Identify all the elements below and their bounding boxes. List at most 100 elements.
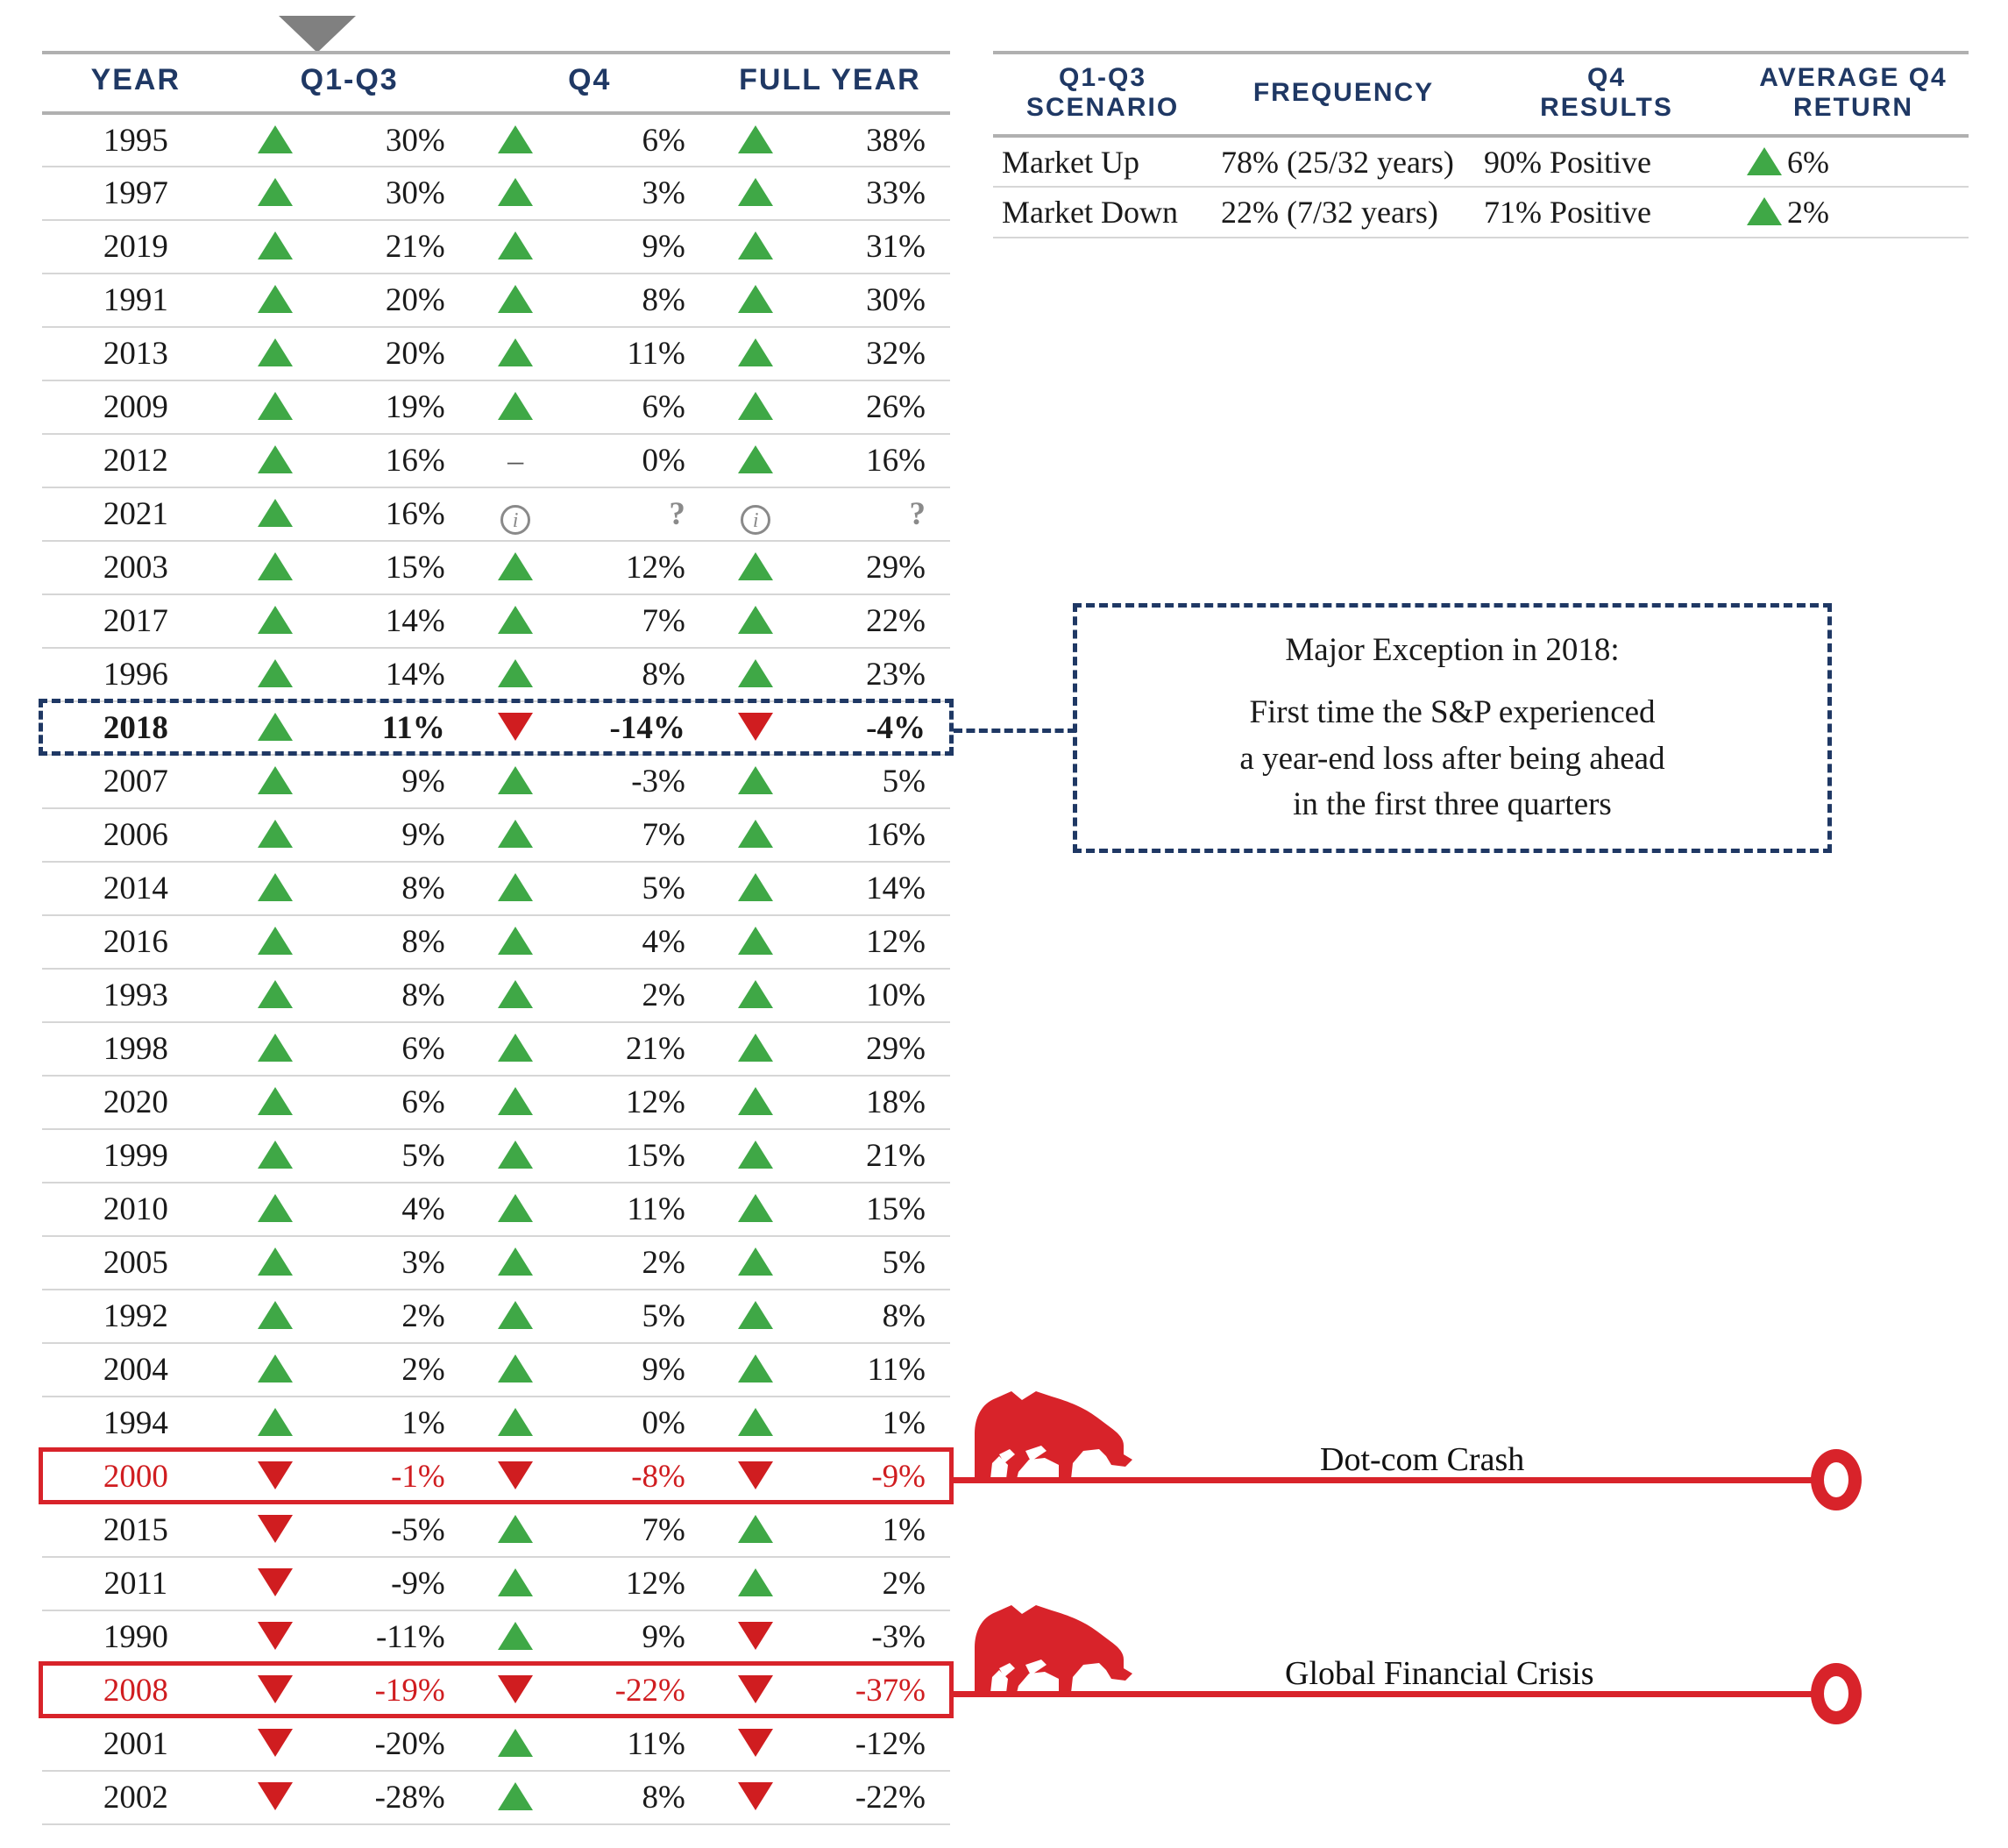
cell-q1q3-value: 2%	[321, 1290, 470, 1344]
callout-line-1: First time the S&P experienced	[1249, 693, 1656, 730]
column-header-full-year[interactable]: FULL YEAR	[709, 51, 950, 115]
table-row: 1994 1% 0% 1%	[42, 1397, 950, 1451]
table-row: 2018 11% -14% -4%	[42, 701, 950, 756]
down-arrow-icon	[258, 1622, 294, 1650]
cell-year: 1998	[42, 1022, 230, 1077]
cell-full-year-value: 23%	[801, 648, 950, 702]
summary-cell-scenario: Market Down	[993, 187, 1212, 239]
cell-full-year-arrow	[709, 1397, 802, 1451]
cell-full-year-value: 14%	[801, 862, 950, 916]
up-arrow-icon	[738, 1247, 774, 1276]
cell-year: 2010	[42, 1183, 230, 1237]
up-arrow-icon	[498, 1247, 534, 1276]
up-arrow-icon	[258, 1087, 294, 1115]
up-arrow-icon	[258, 873, 294, 901]
up-arrow-icon	[498, 873, 534, 901]
column-header-year[interactable]: YEAR	[42, 51, 230, 115]
summary-cell-frequency: 22% (7/32 years)	[1212, 187, 1475, 239]
summary-cell-frequency: 78% (25/32 years)	[1212, 136, 1475, 188]
cell-q1q3-value: 20%	[321, 327, 470, 381]
up-arrow-icon	[498, 820, 534, 848]
up-arrow-icon	[258, 713, 294, 741]
table-row: 2021 16% i? i?	[42, 487, 950, 542]
cell-q1q3-value: 3%	[321, 1236, 470, 1290]
cell-q1q3-value: 14%	[321, 648, 470, 702]
table-row: 1991 20% 8% 30%	[42, 274, 950, 328]
table-row: 1997 30% 3% 33%	[42, 167, 950, 221]
cell-full-year-value: 10%	[801, 969, 950, 1023]
cell-q4-value: 9%	[561, 220, 710, 274]
cell-year: 2012	[42, 434, 230, 488]
table-row: 1998 6% 21% 29%	[42, 1022, 950, 1077]
cell-q4-value: 0%	[561, 434, 710, 488]
cell-q1q3-value: 15%	[321, 541, 470, 595]
cell-full-year-value: 15%	[801, 1183, 950, 1237]
cell-q1q3-arrow	[229, 1076, 322, 1130]
cell-q4-arrow	[469, 380, 562, 435]
cell-full-year-arrow	[709, 1236, 802, 1290]
up-arrow-icon	[498, 606, 534, 634]
cell-q1q3-arrow	[229, 113, 322, 167]
cell-q4-arrow	[469, 1397, 562, 1451]
summary-column-header-scenario: Q1-Q3 SCENARIO	[993, 50, 1212, 139]
cell-q4-arrow	[469, 1022, 562, 1077]
cell-year: 2005	[42, 1236, 230, 1290]
down-arrow-icon	[498, 1675, 534, 1703]
table-row: 1996 14% 8% 23%	[42, 648, 950, 702]
cell-full-year-arrow	[709, 1717, 802, 1772]
cell-q4-value: 6%	[561, 380, 710, 435]
cell-full-year-value: 11%	[801, 1343, 950, 1397]
cell-q4-arrow: i	[469, 487, 562, 542]
cell-q1q3-arrow	[229, 1557, 322, 1611]
cell-full-year-value: 31%	[801, 220, 950, 274]
cell-year: 2020	[42, 1076, 230, 1130]
callout-line-3: in the first three quarters	[1293, 786, 1612, 823]
table-row: 2003 15% 12% 29%	[42, 541, 950, 595]
up-arrow-icon	[258, 1354, 294, 1382]
down-arrow-icon	[738, 1675, 774, 1703]
up-arrow-icon	[738, 124, 774, 153]
cell-q4-value: 6%	[561, 113, 710, 167]
cell-full-year-arrow	[709, 1664, 802, 1718]
cell-q4-value: -8%	[561, 1450, 710, 1504]
summary-column-header-frequency: FREQUENCY	[1212, 50, 1475, 139]
up-arrow-icon	[738, 231, 774, 259]
cell-year: 1997	[42, 167, 230, 221]
up-arrow-icon	[258, 552, 294, 580]
column-header-q4[interactable]: Q4	[469, 51, 710, 115]
cell-q1q3-arrow	[229, 541, 322, 595]
cell-full-year-arrow	[709, 1183, 802, 1237]
cell-q4-value: 7%	[561, 808, 710, 863]
cell-year: 2008	[42, 1664, 230, 1718]
up-arrow-icon	[498, 1087, 534, 1115]
cell-full-year-arrow	[709, 434, 802, 488]
cell-q1q3-value: 2%	[321, 1343, 470, 1397]
info-circle-icon[interactable]: i	[500, 504, 531, 535]
summary-column-header-average-q4-return: AVERAGE Q4 RETURN	[1738, 50, 1969, 139]
cell-q4-value: -14%	[561, 701, 710, 756]
callout-2018-exception: Major Exception in 2018: First time the …	[1073, 603, 1832, 853]
cell-year: 1990	[42, 1610, 230, 1665]
up-arrow-icon	[738, 766, 774, 794]
table-row: 2010 4% 11% 15%	[42, 1183, 950, 1237]
summary-cell-q4-results: 90% Positive	[1475, 136, 1738, 188]
cell-full-year-arrow: i	[709, 487, 802, 542]
up-arrow-icon	[258, 499, 294, 527]
up-arrow-icon	[258, 927, 294, 955]
summary-header-frequency-line1: FREQUENCY	[1252, 77, 1435, 107]
column-header-q1q3[interactable]: Q1-Q3	[229, 51, 470, 115]
cell-q1q3-value: 8%	[321, 915, 470, 970]
cell-year: 2015	[42, 1503, 230, 1558]
cell-full-year-value: 18%	[801, 1076, 950, 1130]
cell-q4-value: 4%	[561, 915, 710, 970]
cell-full-year-value: 5%	[801, 1236, 950, 1290]
cell-full-year-arrow	[709, 327, 802, 381]
info-circle-icon[interactable]: i	[741, 504, 771, 535]
cell-year: 2001	[42, 1717, 230, 1772]
up-arrow-icon	[738, 1568, 774, 1596]
summary-header-scenario-line1: Q1-Q3	[1058, 63, 1147, 92]
up-arrow-icon	[738, 178, 774, 206]
cell-q1q3-arrow	[229, 594, 322, 649]
summary-column-header-q4-results: Q4 RESULTS	[1475, 50, 1738, 139]
cell-q4-value: 11%	[561, 1183, 710, 1237]
